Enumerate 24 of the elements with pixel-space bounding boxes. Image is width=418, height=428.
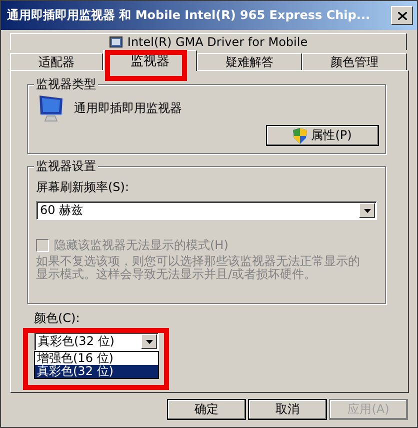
group-title: 监视器类型 (34, 77, 98, 91)
close-icon (398, 12, 406, 20)
color-dropdown[interactable]: 真彩色(32 位) (34, 332, 159, 351)
refresh-rate-dropdown[interactable]: 60 赫兹 (36, 201, 377, 220)
refresh-rate-label: 屏幕刷新频率(S): (36, 179, 130, 196)
window-title: 通用即插即用监视器 和 Mobile Intel(R) 965 Express Chip... (7, 7, 372, 24)
tab[interactable]: 疑难解答 (197, 53, 302, 70)
note-text: 如果不复选该项，则您可以选择那些该监视器无法正常显示的显示模式。这样会导致无法显示并且/或者损坏硬件。 (36, 255, 361, 281)
tab[interactable]: 适配器 (10, 53, 103, 70)
dialog-button[interactable]: 取消 (248, 399, 327, 420)
monitor-name: 通用即插即用监视器 (74, 100, 182, 116)
tab[interactable]: 颜色管理 (302, 53, 407, 70)
tab[interactable]: Intel(R) GMA Driver for Mobile (10, 33, 407, 50)
dropdown-option[interactable]: 增强色(16 位) (35, 352, 158, 365)
dropdown-option[interactable]: 真彩色(32 位) (35, 365, 158, 378)
color-label: 颜色(C): (34, 311, 81, 325)
shield-icon (293, 128, 308, 144)
dialog-button[interactable]: 确定 (167, 399, 246, 420)
properties-button[interactable]: 属性(P) (266, 125, 379, 146)
close-button[interactable] (391, 6, 413, 25)
monitor-icon (36, 93, 66, 123)
group-title: 监视器设置 (34, 159, 98, 173)
chip-icon (109, 36, 124, 48)
checkbox-label: 隐藏该监视器无法显示的模式(H) (54, 237, 228, 254)
